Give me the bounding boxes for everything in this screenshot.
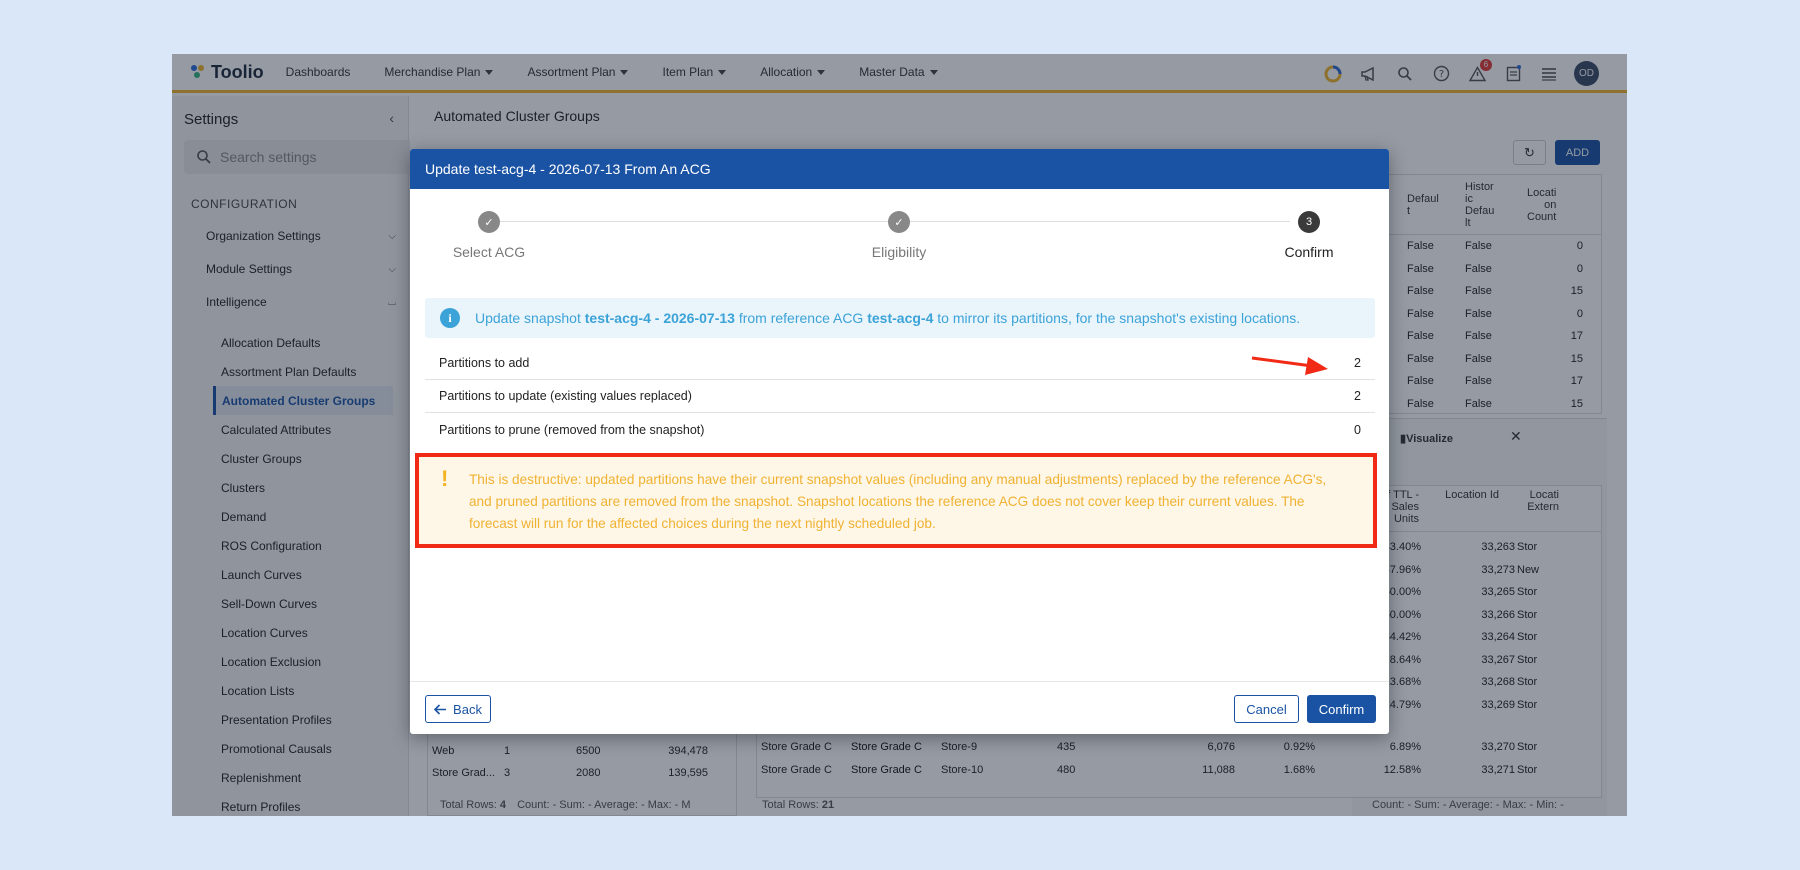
warning-body: ! This is destructive: updated partition…: [419, 457, 1373, 544]
back-label: Back: [453, 701, 482, 717]
step-label: Select ACG: [452, 244, 526, 260]
partition-label: Partitions to prune (removed from the sn…: [439, 422, 705, 437]
partition-value: 0: [1354, 422, 1361, 437]
info-icon: i: [440, 308, 460, 328]
exclamation-icon: !: [441, 466, 449, 491]
back-button[interactable]: Back: [425, 695, 491, 723]
partition-label: Partitions to add: [439, 356, 530, 370]
warning-text: This is destructive: updated partitions …: [469, 472, 1327, 531]
cancel-button[interactable]: Cancel: [1234, 695, 1299, 723]
info-middle: from reference ACG: [734, 310, 868, 326]
destructive-warning: ! This is destructive: updated partition…: [415, 453, 1377, 548]
step-label: Eligibility: [871, 244, 927, 260]
partition-row-update: Partitions to update (existing values re…: [425, 380, 1375, 413]
dialog-footer: Back Cancel Confirm: [410, 681, 1389, 734]
partition-row-prune: Partitions to prune (removed from the sn…: [425, 413, 1375, 446]
info-acg: test-acg-4: [867, 310, 934, 326]
info-message: i Update snapshot test-acg-4 - 2026-07-1…: [425, 298, 1375, 338]
partition-row-add: Partitions to add 2: [425, 347, 1375, 380]
step-eligibility: ✓ Eligibility: [819, 211, 979, 260]
info-prefix: Update snapshot: [475, 310, 585, 326]
confirm-button[interactable]: Confirm: [1307, 695, 1376, 723]
info-snapshot: test-acg-4 - 2026-07-13: [584, 310, 735, 326]
check-icon: ✓: [888, 211, 910, 233]
partition-value: 2: [1354, 356, 1361, 370]
step-number: 3: [1298, 211, 1320, 233]
partition-label: Partitions to update (existing values re…: [439, 389, 692, 403]
step-label: Confirm: [1284, 244, 1334, 260]
stepper: ✓ Select ACG ✓ Eligibility 3 Confirm: [410, 189, 1389, 279]
partition-value: 2: [1354, 389, 1361, 403]
step-confirm: 3 Confirm: [1229, 211, 1389, 260]
dialog-title: Update test-acg-4 - 2026-07-13 From An A…: [410, 149, 1389, 189]
check-icon: ✓: [478, 211, 500, 233]
info-suffix: to mirror its partitions, for the snapsh…: [933, 310, 1301, 326]
step-select-acg: ✓ Select ACG: [410, 211, 569, 260]
arrow-left-icon: [434, 703, 447, 715]
update-acg-dialog: Update test-acg-4 - 2026-07-13 From An A…: [410, 149, 1389, 734]
info-text: Update snapshot test-acg-4 - 2026-07-13 …: [475, 310, 1300, 326]
red-arrow-annotation-icon: [1251, 356, 1328, 375]
